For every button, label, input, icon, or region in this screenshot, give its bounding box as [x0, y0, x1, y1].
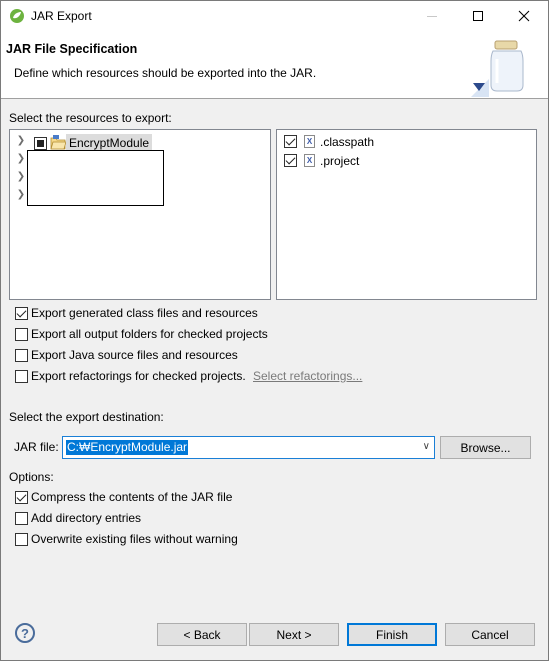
- list-item[interactable]: X .classpath: [277, 133, 536, 151]
- export-refactorings-checkbox[interactable]: [15, 370, 28, 383]
- file-icon: X: [304, 154, 315, 167]
- chevron-right-icon[interactable]: ❯: [16, 189, 26, 200]
- close-button[interactable]: [501, 1, 547, 31]
- maximize-icon: [473, 11, 483, 21]
- export-source-files-checkbox[interactable]: [15, 349, 28, 362]
- jar-file-combo[interactable]: C:₩EncryptModule.jar ∨: [62, 436, 435, 459]
- wizard-header: JAR File Specification Define which reso…: [1, 31, 548, 99]
- add-directory-entries-checkbox[interactable]: [15, 512, 28, 525]
- minimize-button[interactable]: [409, 1, 455, 31]
- chevron-right-icon[interactable]: ❯: [16, 135, 26, 146]
- browse-button[interactable]: Browse...: [440, 436, 531, 459]
- window-title: JAR Export: [31, 9, 92, 23]
- minimize-icon: [427, 15, 437, 17]
- back-button[interactable]: < Back: [157, 623, 247, 646]
- export-source-files-label[interactable]: Export Java source files and resources: [31, 348, 238, 362]
- add-directory-entries-label[interactable]: Add directory entries: [31, 511, 141, 525]
- resource-file-list[interactable]: X .classpath X .project: [276, 129, 537, 300]
- export-class-files-label[interactable]: Export generated class files and resourc…: [31, 306, 258, 320]
- list-item[interactable]: X .project: [277, 152, 536, 170]
- export-output-folders-label[interactable]: Export all output folders for checked pr…: [31, 327, 268, 341]
- overwrite-label[interactable]: Overwrite existing files without warning: [31, 532, 238, 546]
- jar-file-label: JAR file:: [14, 440, 59, 454]
- file-checkbox[interactable]: [284, 135, 297, 148]
- file-label: .classpath: [320, 135, 375, 149]
- jar-icon: [471, 40, 524, 97]
- chevron-down-icon[interactable]: ∨: [423, 441, 430, 452]
- resources-label: Select the resources to export:: [9, 111, 172, 125]
- cancel-button[interactable]: Cancel: [445, 623, 535, 646]
- tree-item-checkbox[interactable]: [34, 137, 47, 150]
- file-icon: X: [304, 135, 315, 148]
- tree-popup-overlay: [27, 150, 164, 206]
- export-class-files-checkbox[interactable]: [15, 307, 28, 320]
- chevron-right-icon[interactable]: ❯: [16, 171, 26, 182]
- page-title: JAR File Specification: [6, 42, 138, 56]
- jar-file-input[interactable]: C:₩EncryptModule.jar: [66, 440, 189, 455]
- page-description: Define which resources should be exporte…: [14, 66, 317, 80]
- jar-export-dialog: JAR Export JAR File Specification Define…: [0, 0, 549, 661]
- chevron-right-icon[interactable]: ❯: [16, 153, 26, 164]
- destination-label: Select the export destination:: [9, 410, 164, 424]
- overwrite-checkbox[interactable]: [15, 533, 28, 546]
- compress-checkbox[interactable]: [15, 491, 28, 504]
- select-refactorings-link[interactable]: Select refactorings...: [253, 369, 362, 383]
- eclipse-spring-icon: [10, 9, 24, 23]
- export-refactorings-label[interactable]: Export refactorings for checked projects…: [31, 369, 246, 383]
- compress-label[interactable]: Compress the contents of the JAR file: [31, 490, 232, 504]
- close-icon: [518, 10, 530, 22]
- file-label: .project: [320, 154, 360, 168]
- maximize-button[interactable]: [455, 1, 501, 31]
- project-folder-icon: [50, 135, 67, 150]
- resource-tree[interactable]: ❯ EncryptModule ❯ ❯ ❯: [9, 129, 271, 300]
- title-bar: JAR Export: [1, 1, 548, 31]
- file-checkbox[interactable]: [284, 154, 297, 167]
- tree-item-project[interactable]: ❯ EncryptModule: [10, 132, 270, 152]
- next-button[interactable]: Next >: [249, 623, 339, 646]
- help-icon[interactable]: ?: [15, 623, 35, 643]
- options-label: Options:: [9, 470, 54, 484]
- finish-button[interactable]: Finish: [347, 623, 437, 646]
- export-output-folders-checkbox[interactable]: [15, 328, 28, 341]
